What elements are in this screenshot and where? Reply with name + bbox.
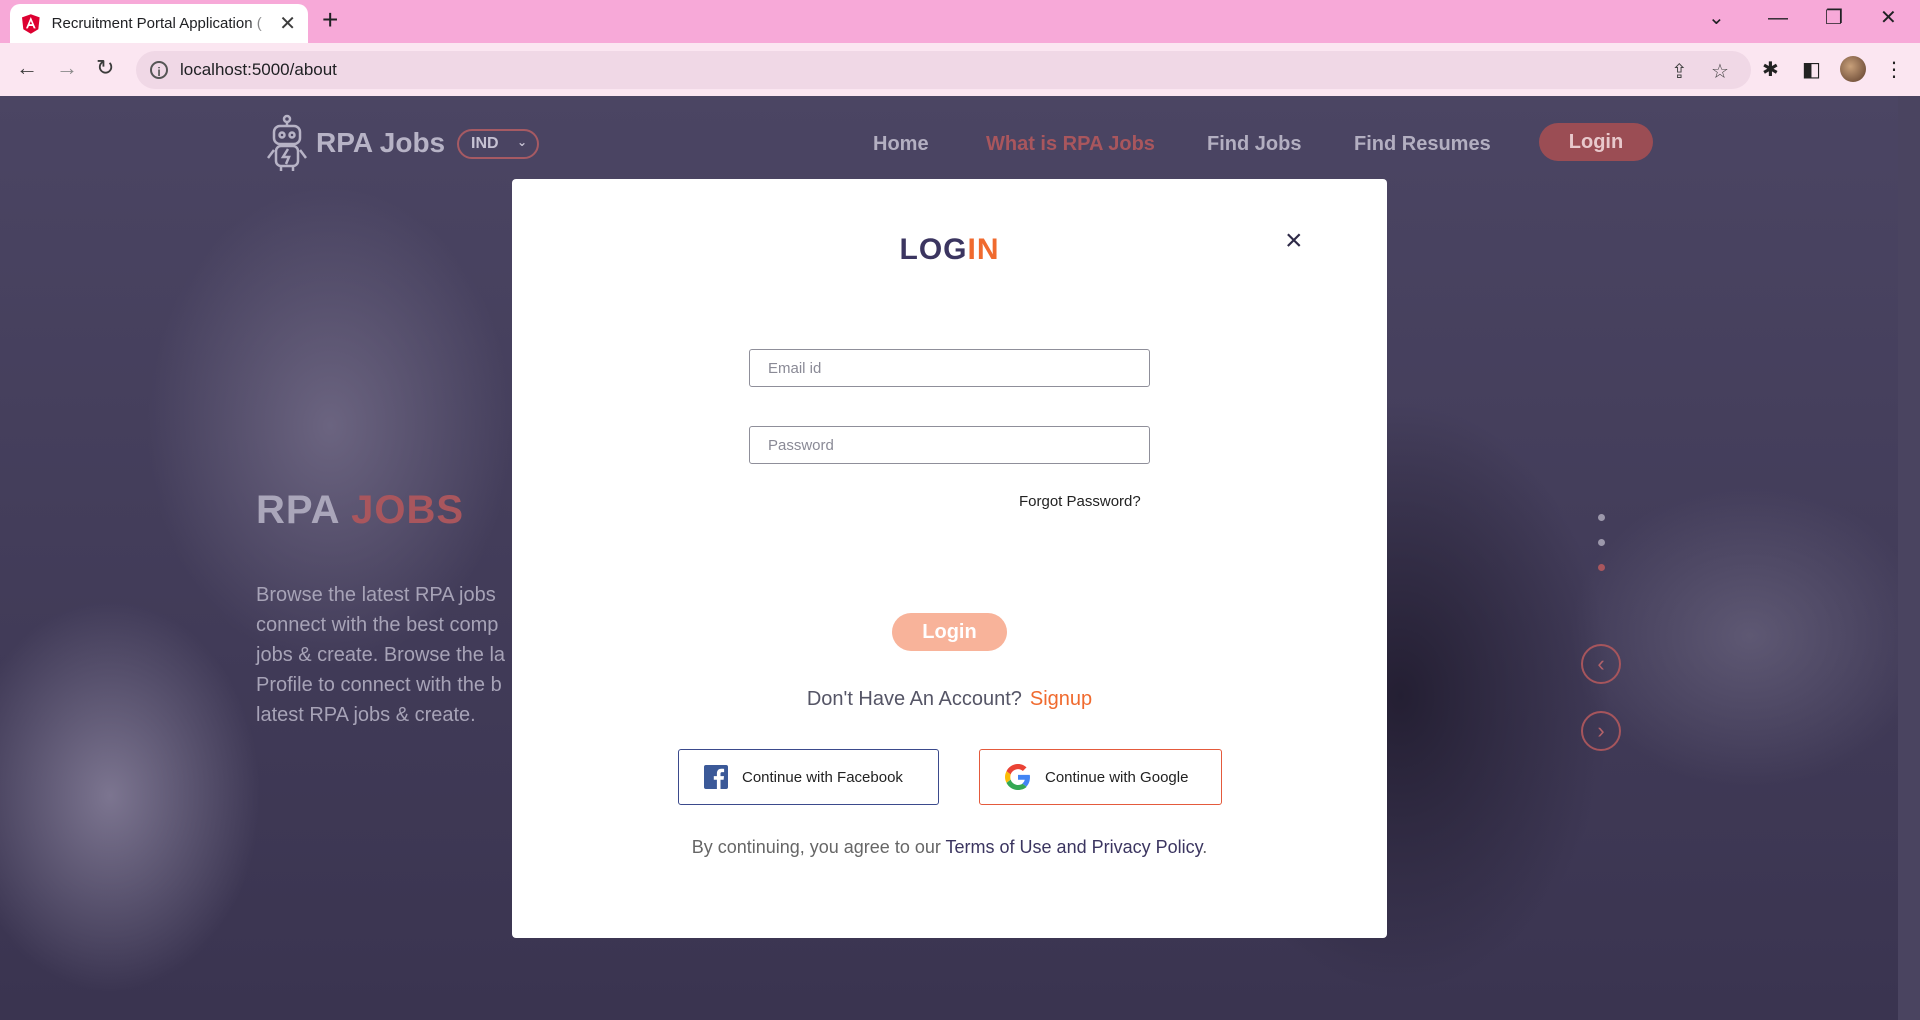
hero-title-part2: JOBS bbox=[351, 488, 465, 532]
side-panel-icon[interactable]: ◧ bbox=[1802, 57, 1821, 82]
tab-title: Recruitment Portal Application ( bbox=[51, 15, 262, 32]
site-info-icon[interactable]: i bbox=[150, 61, 168, 79]
menu-icon[interactable]: ⋮ bbox=[1884, 57, 1904, 82]
nav-find-resumes[interactable]: Find Resumes bbox=[1354, 133, 1491, 156]
tab-close-icon[interactable]: ✕ bbox=[279, 14, 296, 34]
back-icon[interactable]: ← bbox=[16, 55, 38, 81]
page-scrollbar[interactable] bbox=[1898, 96, 1920, 1020]
carousel-dot-active[interactable] bbox=[1598, 564, 1605, 571]
logo-text: RPA Jobs bbox=[316, 127, 446, 158]
browser-tab-strip: Recruitment Portal Application ( ✕ + ⌄ —… bbox=[0, 0, 1920, 43]
extensions-icon[interactable]: ✱ bbox=[1762, 57, 1779, 82]
login-button[interactable]: Login bbox=[892, 613, 1007, 651]
carousel-next-button[interactable]: › bbox=[1581, 711, 1621, 751]
signup-prompt: Don't Have An Account? Signup bbox=[512, 688, 1387, 711]
restore-icon[interactable]: ❐ bbox=[1825, 6, 1843, 30]
terms-notice: By continuing, you agree to our Terms of… bbox=[512, 837, 1387, 858]
terms-link[interactable]: Terms of Use and Privacy Policy bbox=[946, 837, 1203, 857]
signup-link[interactable]: Signup bbox=[1030, 688, 1092, 710]
chevron-right-icon: › bbox=[1597, 718, 1605, 743]
email-field[interactable] bbox=[749, 349, 1150, 387]
hero-title: RPA JOBS bbox=[256, 488, 464, 533]
nav-what-is-rpa-jobs[interactable]: What is RPA Jobs bbox=[986, 133, 1155, 156]
robot-icon bbox=[267, 114, 307, 171]
tab-search-icon[interactable]: ⌄ bbox=[1708, 6, 1725, 30]
profile-avatar[interactable] bbox=[1840, 56, 1866, 82]
terms-prefix: By continuing, you agree to our bbox=[691, 837, 946, 857]
no-account-text: Don't Have An Account? bbox=[806, 688, 1022, 710]
google-label: Continue with Google bbox=[1045, 768, 1189, 786]
bookmark-star-icon[interactable]: ☆ bbox=[1711, 59, 1729, 84]
login-modal: LOGIN × Forgot Password? Login Don't Hav… bbox=[512, 179, 1387, 938]
forgot-password-link[interactable]: Forgot Password? bbox=[1019, 493, 1141, 510]
continue-with-google-button[interactable]: Continue with Google bbox=[979, 749, 1222, 805]
address-bar[interactable]: i localhost:5000/about ⇪ ☆ bbox=[136, 51, 1751, 89]
country-value: IND bbox=[471, 135, 499, 152]
carousel-dot[interactable] bbox=[1598, 514, 1605, 521]
nav-login-button[interactable]: Login bbox=[1539, 123, 1653, 161]
new-tab-icon[interactable]: + bbox=[322, 6, 338, 34]
close-icon[interactable]: × bbox=[1285, 226, 1303, 256]
password-field[interactable] bbox=[749, 426, 1150, 464]
browser-tab[interactable]: Recruitment Portal Application ( ✕ bbox=[10, 4, 308, 43]
carousel-prev-button[interactable]: ‹ bbox=[1581, 644, 1621, 684]
continue-with-facebook-button[interactable]: Continue with Facebook bbox=[678, 749, 939, 805]
nav-home[interactable]: Home bbox=[873, 133, 929, 156]
share-icon[interactable]: ⇪ bbox=[1671, 59, 1688, 84]
carousel-dot[interactable] bbox=[1598, 539, 1605, 546]
reload-icon[interactable]: ↻ bbox=[96, 55, 114, 81]
modal-title-part2: IN bbox=[967, 233, 1000, 266]
nav-find-jobs[interactable]: Find Jobs bbox=[1207, 133, 1301, 156]
window-close-icon[interactable]: ✕ bbox=[1880, 6, 1897, 30]
terms-suffix: . bbox=[1202, 837, 1208, 857]
hero-title-part1: RPA bbox=[256, 488, 352, 532]
chevron-down-icon: ⌄ bbox=[516, 135, 527, 149]
chevron-left-icon: ‹ bbox=[1597, 651, 1605, 676]
modal-title-part1: LOG bbox=[899, 233, 968, 266]
country-select[interactable]: IND ⌄ bbox=[457, 129, 539, 159]
facebook-icon bbox=[704, 765, 728, 789]
facebook-label: Continue with Facebook bbox=[742, 768, 903, 786]
browser-toolbar: ← → ↻ i localhost:5000/about ⇪ ☆ ✱ ◧ ⋮ bbox=[0, 43, 1920, 97]
modal-title: LOGIN bbox=[512, 233, 1387, 267]
forward-icon[interactable]: → bbox=[56, 55, 78, 81]
angular-icon bbox=[22, 13, 40, 34]
url-text: localhost:5000/about bbox=[180, 60, 337, 79]
minimize-icon[interactable]: — bbox=[1768, 6, 1788, 30]
site-logo[interactable]: RPA Jobs bbox=[264, 114, 445, 172]
google-icon bbox=[1005, 764, 1030, 790]
